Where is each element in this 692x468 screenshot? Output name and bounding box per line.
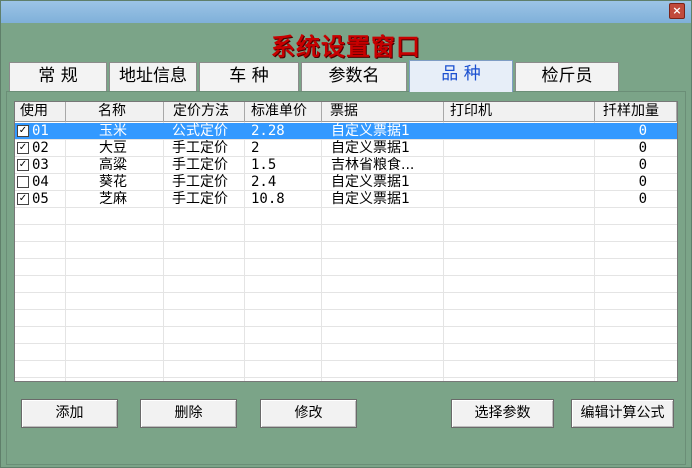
modify-button[interactable]: 修改 bbox=[260, 399, 357, 428]
cell-sample-add: 0 bbox=[638, 157, 647, 173]
add-button[interactable]: 添加 bbox=[21, 399, 118, 428]
use-checkbox[interactable] bbox=[17, 176, 29, 188]
column-header-name[interactable]: 名称 bbox=[66, 102, 164, 122]
cell-sample-add: 0 bbox=[638, 174, 647, 190]
cell-sample-add: 0 bbox=[638, 140, 647, 156]
empty-row bbox=[15, 208, 677, 225]
cell-printer bbox=[449, 191, 594, 208]
cell-name: 高粱 bbox=[99, 157, 127, 173]
cell-name: 大豆 bbox=[99, 140, 127, 156]
column-header-sample-add[interactable]: 扦样加量 bbox=[595, 102, 677, 122]
table-row[interactable]: 04 葵花 手工定价 2.4 自定义票据1 0 bbox=[15, 174, 677, 191]
cell-printer bbox=[449, 140, 594, 157]
column-header-use[interactable]: 使用 bbox=[15, 102, 66, 122]
cell-receipt: 吉林省粮食... bbox=[331, 157, 415, 173]
cell-standard-price: 10.8 bbox=[251, 191, 285, 207]
empty-row bbox=[15, 242, 677, 259]
column-header-receipt[interactable]: 票据 bbox=[322, 102, 444, 122]
cell-printer bbox=[449, 157, 594, 174]
cell-pricing-method: 手工定价 bbox=[172, 157, 228, 173]
cell-standard-price: 2.4 bbox=[251, 174, 277, 190]
varieties-table: 使用 名称 定价方法 标准单价 票据 打印机 扦样加量 ✓ 01 玉米 公式定价 2.2… bbox=[14, 101, 678, 382]
cell-name: 芝麻 bbox=[99, 191, 127, 207]
empty-row bbox=[15, 310, 677, 327]
empty-row bbox=[15, 259, 677, 276]
tab-param-names[interactable]: 参数名 bbox=[301, 62, 407, 91]
table-row[interactable]: ✓ 02 大豆 手工定价 2 自定义票据1 0 bbox=[15, 140, 677, 157]
empty-row bbox=[15, 276, 677, 293]
cell-receipt: 自定义票据1 bbox=[331, 140, 410, 156]
empty-row bbox=[15, 327, 677, 344]
cell-code: 03 bbox=[32, 157, 49, 173]
cell-code: 04 bbox=[32, 174, 49, 190]
empty-row bbox=[15, 225, 677, 242]
cell-receipt: 自定义票据1 bbox=[331, 174, 410, 190]
table-row[interactable]: ✓ 05 芝麻 手工定价 10.8 自定义票据1 0 bbox=[15, 191, 677, 208]
settings-window: × 系统设置窗口 常 规 地址信息 车 种 参数名 品 种 检斤员 使用 名称 … bbox=[0, 0, 692, 468]
cell-name: 葵花 bbox=[99, 174, 127, 190]
use-checkbox[interactable]: ✓ bbox=[17, 125, 29, 137]
cell-pricing-method: 手工定价 bbox=[172, 174, 228, 190]
use-checkbox[interactable]: ✓ bbox=[17, 142, 29, 154]
use-checkbox[interactable]: ✓ bbox=[17, 193, 29, 205]
table-header: 使用 名称 定价方法 标准单价 票据 打印机 扦样加量 bbox=[15, 102, 677, 122]
column-header-pricing-method[interactable]: 定价方法 bbox=[164, 102, 245, 122]
column-header-printer[interactable]: 打印机 bbox=[444, 102, 595, 122]
cell-code: 01 bbox=[32, 123, 49, 139]
empty-row bbox=[15, 361, 677, 378]
column-header-standard-price[interactable]: 标准单价 bbox=[245, 102, 322, 122]
tab-weighers[interactable]: 检斤员 bbox=[515, 62, 619, 91]
cell-pricing-method: 手工定价 bbox=[172, 140, 228, 156]
cell-receipt: 自定义票据1 bbox=[331, 191, 410, 207]
cell-pricing-method: 手工定价 bbox=[172, 191, 228, 207]
tab-general[interactable]: 常 规 bbox=[9, 62, 107, 91]
delete-button[interactable]: 删除 bbox=[140, 399, 237, 428]
cell-code: 05 bbox=[32, 191, 49, 207]
cell-printer bbox=[449, 123, 594, 140]
close-button[interactable]: × bbox=[669, 3, 685, 19]
cell-standard-price: 2.28 bbox=[251, 123, 285, 139]
cell-code: 02 bbox=[32, 140, 49, 156]
cell-pricing-method: 公式定价 bbox=[172, 123, 228, 139]
table-row[interactable]: ✓ 01 玉米 公式定价 2.28 自定义票据1 0 bbox=[15, 123, 677, 140]
select-params-button[interactable]: 选择参数 bbox=[451, 399, 554, 428]
cell-printer bbox=[449, 174, 594, 191]
table-row[interactable]: ✓ 03 高粱 手工定价 1.5 吉林省粮食... 0 bbox=[15, 157, 677, 174]
tab-vehicle-type[interactable]: 车 种 bbox=[199, 62, 299, 91]
page-title: 系统设置窗口 bbox=[271, 32, 421, 61]
use-checkbox[interactable]: ✓ bbox=[17, 159, 29, 171]
cell-name: 玉米 bbox=[99, 123, 127, 139]
cell-sample-add: 0 bbox=[638, 123, 647, 139]
title-bar[interactable]: × bbox=[1, 1, 691, 23]
cell-receipt: 自定义票据1 bbox=[331, 123, 410, 139]
cell-sample-add: 0 bbox=[638, 191, 647, 207]
empty-row bbox=[15, 293, 677, 310]
tab-address-info[interactable]: 地址信息 bbox=[109, 62, 197, 91]
cell-standard-price: 2 bbox=[251, 140, 260, 156]
edit-formula-button[interactable]: 编辑计算公式 bbox=[571, 399, 674, 428]
cell-standard-price: 1.5 bbox=[251, 157, 277, 173]
tab-varieties[interactable]: 品 种 bbox=[409, 60, 513, 92]
empty-row bbox=[15, 344, 677, 361]
